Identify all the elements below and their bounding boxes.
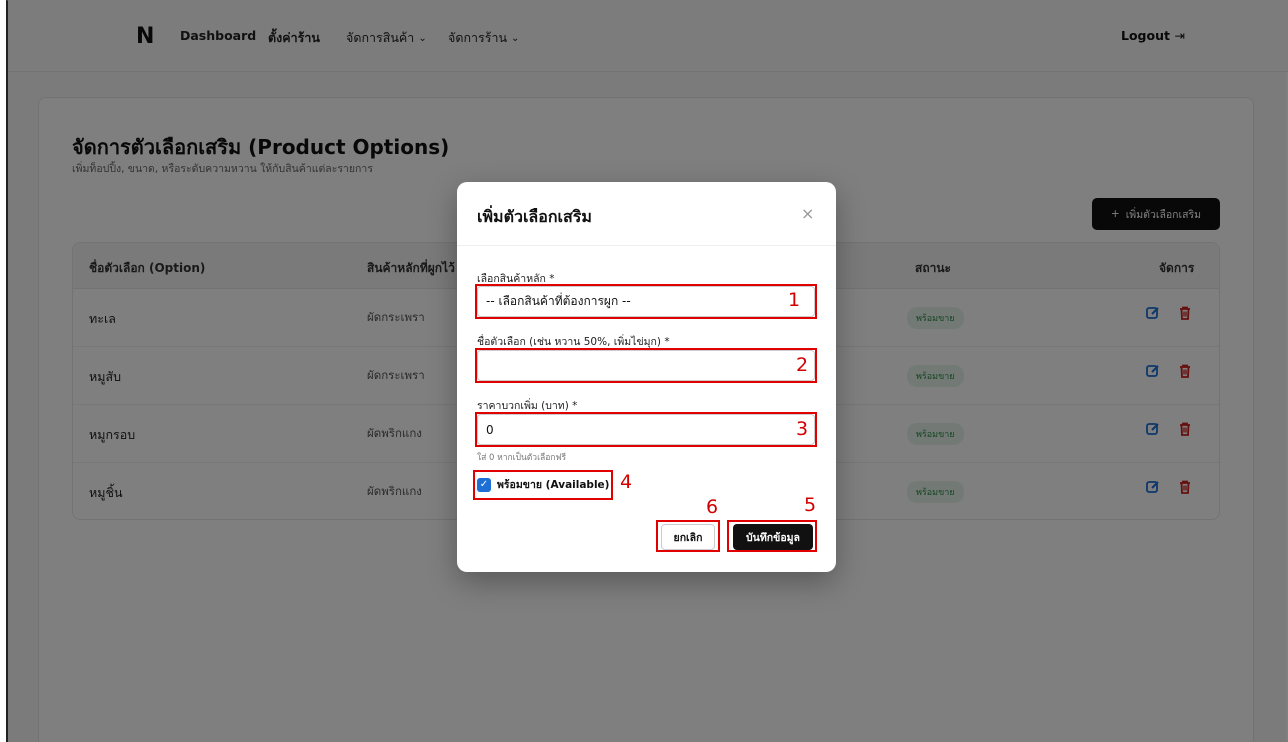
annotation-number-4: 4	[620, 471, 633, 493]
annotation-box-3	[475, 412, 817, 447]
modal-divider	[457, 245, 836, 246]
annotation-number-6: 6	[706, 496, 719, 518]
annotation-box-5	[727, 520, 817, 552]
annotation-number-5: 5	[804, 494, 817, 516]
annotation-number-1: 1	[788, 289, 801, 311]
annotation-number-3: 3	[796, 418, 809, 440]
close-icon[interactable]: ×	[801, 204, 814, 223]
annotation-box-1	[475, 284, 817, 319]
price-hint: ใส่ 0 หากเป็นตัวเลือกฟรี	[477, 453, 567, 463]
annotation-number-2: 2	[796, 354, 809, 376]
modal-title: เพิ่มตัวเลือกเสริม	[477, 207, 592, 226]
annotation-box-4	[473, 470, 613, 500]
annotation-box-6	[656, 520, 720, 552]
annotation-box-2	[475, 348, 817, 383]
